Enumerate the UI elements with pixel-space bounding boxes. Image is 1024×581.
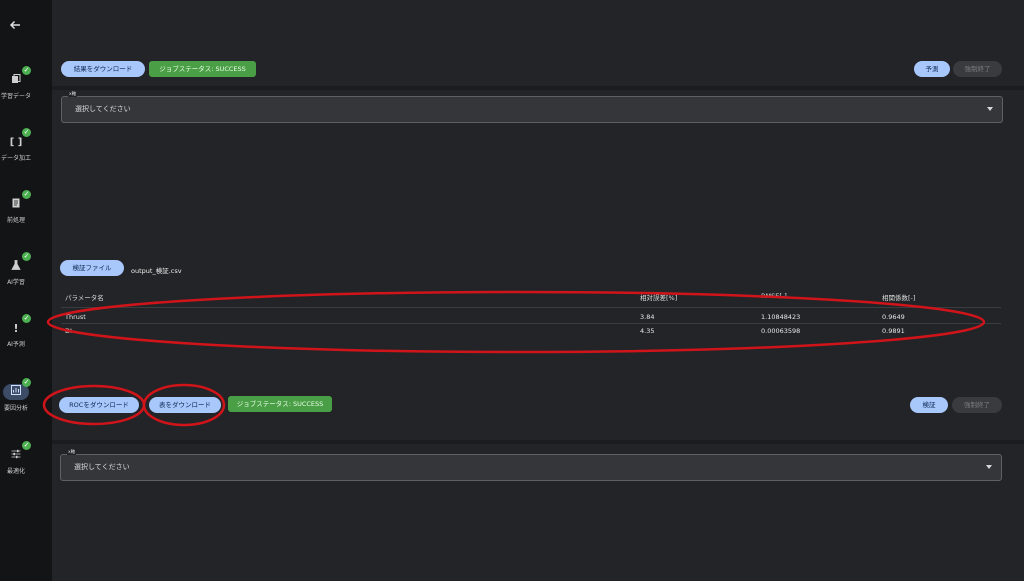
table-cell: 0.9649 — [882, 313, 905, 321]
sidebar-item-label: 前処理 — [6, 217, 25, 224]
xaxis-select[interactable]: x軸 選択してください — [60, 449, 1002, 481]
exclamation-icon: ! — [13, 322, 19, 335]
sidebar-item-ai-training[interactable]: ✓ AI学習 — [0, 252, 52, 286]
check-icon: ✓ — [22, 128, 31, 137]
divider — [61, 307, 1001, 308]
document-icon — [9, 198, 23, 212]
table-cell: 1.10848423 — [761, 313, 801, 321]
table-header: パラメータ名 — [65, 294, 104, 302]
sidebar-item-label: AI学習 — [7, 279, 25, 286]
sidebar-item-label: データ加工 — [0, 155, 31, 162]
sidebar-item-factor-analysis[interactable]: ✓ 要因分析 — [0, 378, 52, 412]
sidebar: ✓ 学習データ [ ] ✓ データ加工 ✓ 前処理 ✓ AI学習 ! ✓ AI予… — [0, 0, 52, 581]
chevron-down-icon — [986, 465, 992, 469]
sidebar-item-label: 最適化 — [6, 468, 25, 475]
factor-plot-panel: x軸 選択してください — [52, 444, 1024, 581]
sidebar-item-training-data[interactable]: ✓ 学習データ — [0, 66, 52, 100]
sidebar-item-label: AI予測 — [7, 341, 25, 348]
brackets-icon: [ ] — [9, 137, 23, 148]
xaxis-legend: x軸 — [68, 91, 78, 97]
table-cell: 0.00063598 — [761, 327, 801, 335]
sidebar-item-label: 学習データ — [0, 93, 31, 100]
sidebar-item-preprocessing[interactable]: ✓ 前処理 — [0, 190, 52, 224]
check-icon: ✓ — [22, 441, 31, 450]
flask-icon — [9, 260, 23, 274]
xaxis-placeholder: 選択してください — [74, 463, 130, 471]
verify-button[interactable]: 検証 — [910, 397, 948, 413]
xaxis-placeholder: 選択してください — [75, 105, 131, 113]
job-status-badge: ジョブステータス: SUCCESS — [228, 396, 332, 412]
table-cell: 4.35 — [640, 327, 655, 335]
check-icon: ✓ — [22, 252, 31, 261]
sidebar-item-ai-prediction[interactable]: ! ✓ AI予測 — [0, 314, 52, 348]
file-name: output_検証.csv — [131, 267, 182, 275]
xaxis-select[interactable]: x軸 選択してください — [61, 91, 1003, 123]
predict-button[interactable]: 予測 — [914, 61, 950, 77]
table-cell: Thrust — [65, 313, 86, 321]
force-stop-button[interactable]: 強制終了 — [952, 397, 1002, 413]
force-stop-button[interactable]: 強制終了 — [953, 61, 1002, 77]
sliders-icon — [9, 449, 23, 463]
table-header: 相対誤差[%] — [640, 294, 678, 302]
download-results-button[interactable]: 結果をダウンロード — [61, 61, 145, 77]
table-cell: 3.84 — [640, 313, 655, 321]
table-cell: 0.9891 — [882, 327, 905, 335]
xaxis-legend: x軸 — [67, 449, 77, 455]
job-status-badge: ジョブステータス: SUCCESS — [149, 61, 256, 77]
check-icon: ✓ — [22, 66, 31, 75]
chevron-down-icon — [987, 107, 993, 111]
table-header: 相関係数[-] — [882, 294, 916, 302]
verification-panel: x軸 選択してください 検証ファイル output_検証.csv パラメータ名 … — [52, 90, 1024, 440]
sidebar-item-data-processing[interactable]: [ ] ✓ データ加工 — [0, 128, 52, 162]
verify-file-button[interactable]: 検証ファイル — [60, 260, 124, 276]
chart-icon — [9, 385, 23, 399]
download-roc-button[interactable]: ROCをダウンロード — [59, 397, 139, 413]
copy-icon — [9, 74, 23, 88]
check-icon: ✓ — [22, 378, 31, 387]
back-arrow-icon[interactable] — [8, 18, 22, 32]
sidebar-item-label: 要因分析 — [3, 405, 28, 412]
check-icon: ✓ — [22, 190, 31, 199]
prediction-panel: 結果をダウンロード ジョブステータス: SUCCESS 予測 強制終了 — [52, 0, 1024, 86]
table-header: RMSE[-] — [761, 292, 787, 300]
table-cell: DI — [65, 327, 72, 335]
divider — [61, 323, 1001, 324]
check-icon: ✓ — [22, 314, 31, 323]
download-table-button[interactable]: 表をダウンロード — [149, 397, 221, 413]
sidebar-item-optimization[interactable]: ✓ 最適化 — [0, 441, 52, 475]
